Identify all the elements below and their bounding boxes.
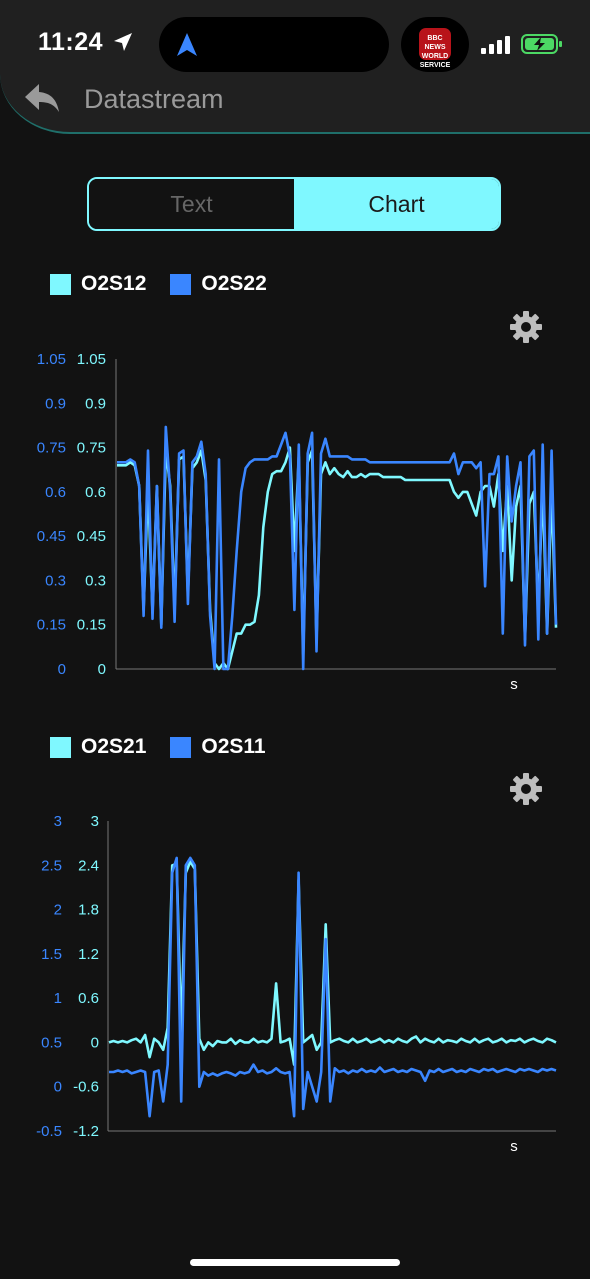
cellular-signal-icon (481, 36, 510, 54)
right-axis-tick-label: 0.3 (85, 572, 106, 589)
x-axis-unit-label: s (510, 1138, 518, 1155)
legend-swatch-blue (170, 273, 192, 295)
legend-label: O2S22 (201, 272, 267, 295)
view-mode-toggle: Text Chart (87, 177, 501, 231)
left-axis-tick-label: 1.5 (41, 946, 62, 963)
chart1-legend: O2S12 O2S22 (50, 272, 291, 296)
right-axis-tick-label: 0 (98, 661, 106, 678)
status-bar: 11:24 BBC NEWS WORLD SERVICE (0, 0, 590, 84)
left-axis-tick-label: 0.5 (41, 1034, 62, 1051)
legend-item: O2S11 (170, 735, 266, 759)
left-axis-tick-label: 0.15 (37, 617, 66, 634)
chart2-legend: O2S21 O2S11 (50, 735, 290, 759)
series-line-o2s11 (109, 856, 557, 1118)
battery-charging-icon (521, 34, 562, 54)
legend-label: O2S12 (81, 272, 147, 295)
right-axis-tick-label: -1.2 (73, 1123, 99, 1140)
left-axis-tick-label: 0 (58, 661, 66, 678)
left-axis-tick-label: 2.5 (41, 857, 62, 874)
page-title: Datastream (84, 84, 224, 114)
tab-text[interactable]: Text (89, 179, 294, 229)
chart1: 1.05 1.05 0.9 0.9 0.75 0.75 0.6 0.6 0.45 0.45 0.3 0… (37, 351, 558, 693)
left-axis-tick-label: 0.75 (37, 440, 66, 457)
back-arrow-icon[interactable] (22, 80, 62, 116)
right-axis-tick-label: 0 (91, 1034, 99, 1051)
gear-icon[interactable] (509, 310, 543, 344)
legend-swatch-cyan (50, 273, 71, 295)
legend-swatch-blue (170, 736, 192, 758)
legend-label: O2S11 (201, 735, 266, 758)
right-axis-tick-label: 2.4 (78, 857, 99, 874)
left-axis-tick-label: 0.45 (37, 528, 66, 545)
status-time: 11:24 (38, 28, 104, 56)
legend-swatch-cyan (50, 736, 71, 758)
legend-item: O2S21 (50, 735, 146, 759)
x-axis-unit-label: s (510, 676, 518, 693)
series-line-o2s22 (117, 425, 558, 671)
right-axis-tick-label: 0.15 (77, 617, 106, 634)
chart2: 3 3 2.5 2.4 2 1.8 1.5 1.2 1 0.6 0.5 0 0 -0.6 -0.5 -1.2 s (36, 813, 557, 1155)
left-axis-tick-label: 0.6 (45, 484, 66, 501)
left-axis-tick-label: 2 (54, 902, 62, 919)
left-axis-tick-label: 0.3 (45, 572, 66, 589)
right-axis-tick-label: 1.8 (78, 902, 99, 919)
gear-icon[interactable] (509, 772, 543, 806)
right-axis-tick-label: 0.6 (85, 484, 106, 501)
navigation-arrow-icon (177, 33, 197, 56)
right-axis-tick-label: -0.6 (73, 1079, 99, 1096)
news-app-icon: BBC NEWS WORLD SERVICE (419, 28, 451, 69)
left-axis-tick-label: 0 (54, 1079, 62, 1096)
right-axis-tick-label: 1.2 (78, 946, 99, 963)
right-axis-tick-label: 0.75 (77, 440, 106, 457)
legend-label: O2S21 (81, 735, 147, 758)
legend-item: O2S12 (50, 272, 146, 296)
left-axis-tick-label: 1.05 (37, 351, 66, 368)
home-indicator (190, 1259, 400, 1266)
right-axis-tick-label: 0.45 (77, 528, 106, 545)
left-axis-tick-label: 1 (54, 990, 62, 1007)
right-axis-tick-label: 3 (91, 813, 99, 830)
left-axis-tick-label: -0.5 (36, 1123, 62, 1140)
location-arrow-icon (114, 33, 132, 51)
right-axis-tick-label: 0.6 (78, 990, 99, 1007)
right-axis-tick-label: 1.05 (77, 351, 106, 368)
left-axis-tick-label: 0.9 (45, 395, 66, 412)
tab-chart[interactable]: Chart (294, 179, 499, 229)
left-axis-tick-label: 3 (54, 813, 62, 830)
legend-item: O2S22 (170, 272, 267, 296)
right-axis-tick-label: 0.9 (85, 395, 106, 412)
